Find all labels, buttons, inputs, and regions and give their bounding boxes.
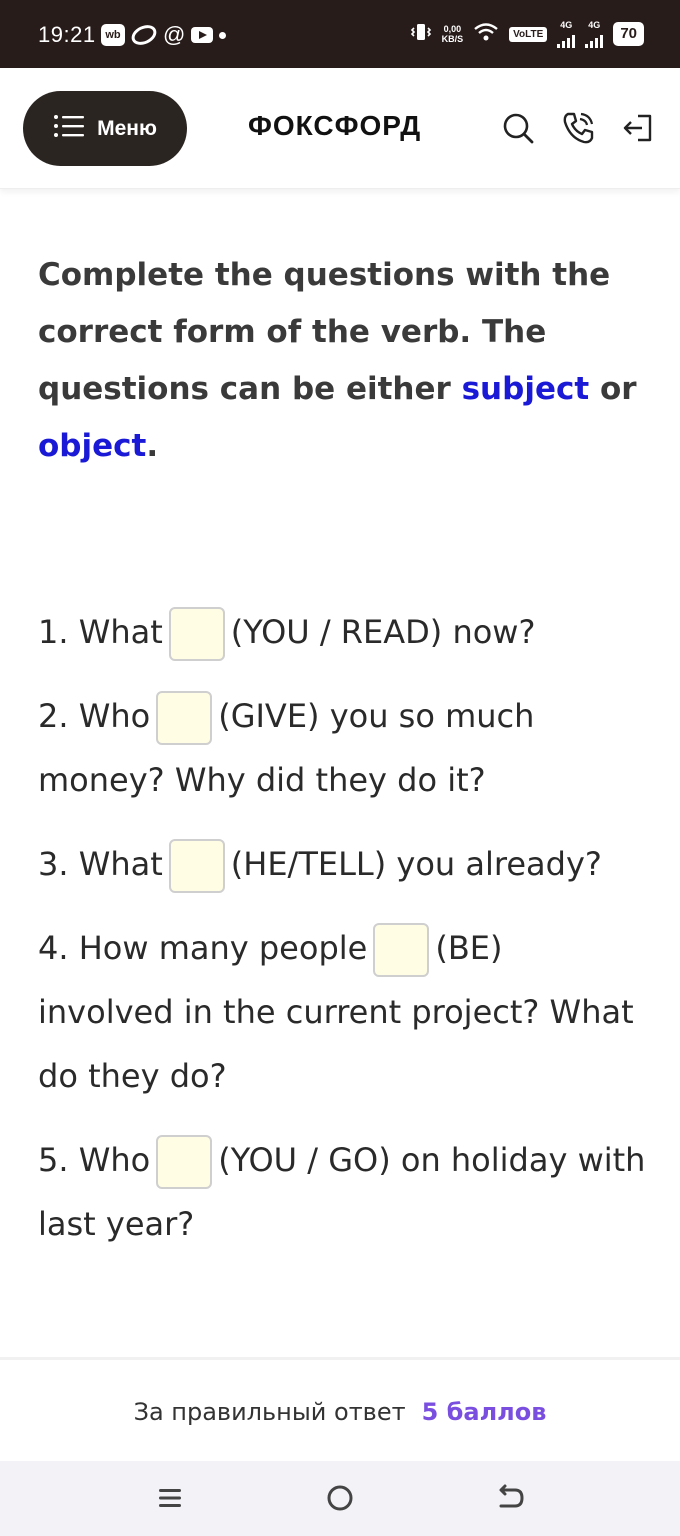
battery-indicator: 70 xyxy=(613,22,644,46)
foxford-logo[interactable]: ФОКСФОРД xyxy=(248,110,421,142)
answer-input[interactable] xyxy=(373,923,430,977)
menu-button[interactable]: Меню xyxy=(23,91,187,166)
network-type-1: 4G xyxy=(560,20,573,30)
answer-input[interactable] xyxy=(156,691,213,745)
net-speed-unit: KB/S xyxy=(441,34,464,44)
network-type-2: 4G xyxy=(588,20,601,30)
phone-icon[interactable] xyxy=(560,110,596,146)
task-end: . xyxy=(146,428,159,464)
answer-input[interactable] xyxy=(168,839,225,893)
signal-2-icon: 4G xyxy=(585,20,604,48)
question-before: 3. What xyxy=(38,845,163,883)
wildberries-icon: wb xyxy=(101,24,125,46)
question-before: 5. Who xyxy=(38,1141,151,1179)
question-item: 4. How many people (BE) involved in the c… xyxy=(38,916,648,1108)
points-footer: За правильный ответ 5 баллов xyxy=(0,1357,680,1464)
points-label: За правильный ответ xyxy=(133,1398,406,1426)
signal-1-icon: 4G xyxy=(557,20,576,48)
volte-badge: VoLTE xyxy=(509,26,548,42)
vibrate-icon xyxy=(410,21,432,48)
net-speed: 0,00 KB/S xyxy=(442,24,464,44)
more-notifications-dot xyxy=(219,31,227,39)
back-icon[interactable] xyxy=(493,1481,527,1515)
email-icon: @ xyxy=(163,22,186,47)
question-before: 1. What xyxy=(38,613,163,651)
question-item: 3. What (HE/TELL) you already? xyxy=(38,832,648,896)
search-icon[interactable] xyxy=(500,110,536,146)
status-bar: 19:21 wb @ 0,00 KB/S VoLTE 4G 4G 70 xyxy=(0,0,680,68)
site-header: Меню ФОКСФОРД xyxy=(0,68,680,189)
question-after: (HE/TELL) you already? xyxy=(230,845,602,883)
status-time: 19:21 xyxy=(38,22,96,47)
task-connector: or xyxy=(589,371,637,407)
youtube-icon xyxy=(191,27,214,43)
keyword-subject: subject xyxy=(461,371,590,407)
system-icons: 0,00 KB/S VoLTE 4G 4G 70 xyxy=(410,20,644,48)
menu-label: Меню xyxy=(97,116,157,140)
notification-icons: wb @ xyxy=(101,21,227,49)
question-before: 4. How many people xyxy=(38,929,368,967)
questions-list: 1. What (YOU / READ) now? 2. Who (GIVE) yo… xyxy=(38,600,648,1276)
question-item: 2. Who (GIVE) you so much money? Why did … xyxy=(38,684,648,812)
net-speed-value: 0,00 xyxy=(443,24,462,34)
question-item: 1. What (YOU / READ) now? xyxy=(38,600,648,664)
ring-app-icon xyxy=(128,21,160,49)
question-item: 5. Who (YOU / GO) on holiday with last ye… xyxy=(38,1128,648,1256)
recent-apps-icon[interactable] xyxy=(153,1481,187,1515)
home-icon[interactable] xyxy=(323,1481,357,1515)
task-instruction: Complete the questions with the correct … xyxy=(38,247,648,475)
question-after: (YOU / READ) now? xyxy=(230,613,536,651)
answer-input[interactable] xyxy=(156,1135,213,1189)
answer-input[interactable] xyxy=(168,607,225,661)
system-nav-bar xyxy=(0,1461,680,1536)
login-icon[interactable] xyxy=(620,110,656,146)
hamburger-icon xyxy=(53,114,85,144)
keyword-object: object xyxy=(38,428,147,464)
points-value: 5 баллов xyxy=(421,1398,547,1426)
question-before: 2. Who xyxy=(38,697,151,735)
wifi-icon xyxy=(473,22,499,46)
